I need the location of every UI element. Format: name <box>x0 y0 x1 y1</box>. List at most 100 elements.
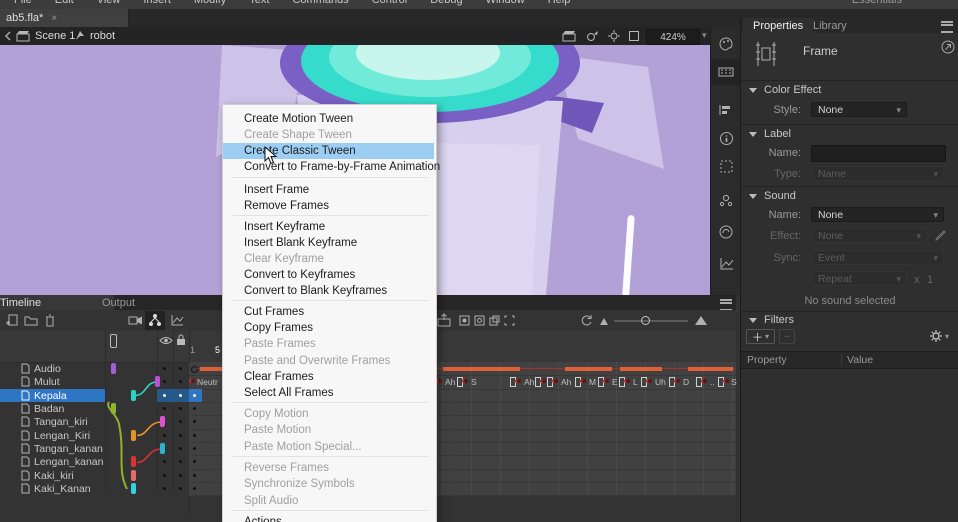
document-tab[interactable]: ab5.fla* × <box>0 9 129 27</box>
properties-panel-menu-icon[interactable] <box>941 21 953 33</box>
zoom-out-frames-icon[interactable] <box>599 317 609 325</box>
menu-item-insert-keyframe[interactable]: Insert Keyframe <box>223 219 434 235</box>
onion-skin-icon[interactable] <box>459 315 470 326</box>
layer-row-badan[interactable]: Badan <box>0 402 189 415</box>
eye-visibility-icon[interactable] <box>159 336 173 345</box>
timeline-zoom-slider-knob[interactable] <box>641 316 650 325</box>
onion-skin-outline-icon[interactable] <box>474 315 485 326</box>
mouth-frame-label: .. <box>710 377 715 387</box>
stage-zoom-select[interactable]: 424% <box>646 29 700 45</box>
style-dropdown[interactable]: None▾ <box>811 102 907 117</box>
layer-row-lengan-kanan[interactable]: Lengan_kanan <box>0 455 189 468</box>
loop-playback-icon[interactable] <box>580 314 593 327</box>
flick-help-icon[interactable] <box>941 40 955 54</box>
back-arrow-icon[interactable] <box>3 31 13 41</box>
layer-depth-graph-icon[interactable] <box>170 314 184 327</box>
menu-item-insert-blank-keyframe[interactable]: Insert Blank Keyframe <box>223 235 434 251</box>
section-sound[interactable]: Sound <box>749 190 796 202</box>
menu-item-convert-to-blank-keyframes[interactable]: Convert to Blank Keyframes <box>223 283 434 299</box>
layer-icon <box>20 443 31 454</box>
menu-item-clear-frames[interactable]: Clear Frames <box>223 369 434 385</box>
section-label[interactable]: Label <box>749 128 791 140</box>
style-label: Style: <box>749 104 801 116</box>
menu-item-insert-frame[interactable]: Insert Frame <box>223 182 434 198</box>
label-name-input[interactable] <box>811 145 946 162</box>
menu-window[interactable]: Window <box>486 0 525 6</box>
delete-layer-icon[interactable] <box>44 314 56 327</box>
layer-icon <box>20 390 31 401</box>
color-palette-icon[interactable] <box>718 36 734 52</box>
workspace-switcher[interactable]: Essentials <box>852 0 902 6</box>
edit-scene-icon[interactable] <box>562 30 576 42</box>
zoom-in-frames-icon[interactable] <box>694 315 708 325</box>
menu-item-create-motion-tween[interactable]: Create Motion Tween <box>223 111 434 127</box>
menu-text[interactable]: Text <box>249 0 269 6</box>
lock-icon[interactable] <box>176 334 186 346</box>
keyboard-shortcuts-icon[interactable] <box>718 65 734 79</box>
menu-item-copy-frames[interactable]: Copy Frames <box>223 320 434 336</box>
layer-row-kepala[interactable]: Kepala <box>0 389 189 402</box>
sound-name-dropdown[interactable]: None▾ <box>811 207 944 222</box>
menu-control[interactable]: Control <box>372 0 407 6</box>
layer-parenting-view-icon[interactable] <box>148 313 162 327</box>
layer-row-mulut[interactable]: Mulut <box>0 375 189 388</box>
edit-multiple-frames-icon[interactable] <box>489 315 500 326</box>
history-graph-icon[interactable] <box>719 257 734 271</box>
layer-row-kaki-kanan[interactable]: Kaki_Kanan <box>0 482 189 495</box>
filter-options-gear-icon[interactable] <box>929 329 943 343</box>
edit-sound-envelope-icon <box>934 229 947 242</box>
layer-row-audio[interactable]: Audio <box>0 362 189 375</box>
layer-row-tangan-kanan[interactable]: Tangan_kanan <box>0 442 189 455</box>
layer-row-tangan-kiri[interactable]: Tangan_kiri <box>0 415 189 428</box>
breadcrumb-scene[interactable]: Scene 1 <box>35 30 75 42</box>
gear-chevron-icon[interactable]: ▾ <box>945 332 949 341</box>
mouth-frame-label: S <box>471 377 477 387</box>
menu-bar: File Edit View Insert Modify Text Comman… <box>0 0 958 9</box>
layer-icon <box>20 416 31 427</box>
menu-insert[interactable]: Insert <box>143 0 171 6</box>
menu-debug[interactable]: Debug <box>430 0 462 6</box>
menu-view[interactable]: View <box>97 0 121 6</box>
add-filter-button[interactable]: ＋▾ <box>746 329 775 344</box>
menu-item-split-audio: Split Audio <box>223 493 434 509</box>
layer-row-lengan-kiri[interactable]: Lengan_Kiri <box>0 429 189 442</box>
tab-output[interactable]: Output <box>88 295 149 310</box>
edit-symbols-icon[interactable] <box>586 30 599 42</box>
particles-panel-icon[interactable] <box>718 193 734 208</box>
menu-item-select-all-frames[interactable]: Select All Frames <box>223 385 434 401</box>
menu-commands[interactable]: Commands <box>292 0 348 6</box>
timeline-zoom-slider-track[interactable] <box>614 320 688 322</box>
mouth-frame-label: E <box>612 377 618 387</box>
breadcrumb-symbol[interactable]: robot <box>90 30 115 42</box>
tab-library[interactable]: Library <box>803 18 857 33</box>
menu-help[interactable]: Help <box>548 0 571 6</box>
menu-modify[interactable]: Modify <box>194 0 226 6</box>
align-panel-icon[interactable] <box>718 103 734 117</box>
zoom-chevron-icon[interactable]: ▾ <box>702 30 707 41</box>
new-folder-icon[interactable] <box>24 315 38 326</box>
section-filters[interactable]: Filters <box>749 314 794 326</box>
menu-item-cut-frames[interactable]: Cut Frames <box>223 304 434 320</box>
transform-panel-icon[interactable] <box>719 159 734 174</box>
info-panel-icon[interactable] <box>719 131 734 146</box>
camera-icon[interactable] <box>128 315 143 326</box>
value-column-header: Value <box>847 352 873 368</box>
menu-item-convert-to-keyframes[interactable]: Convert to Keyframes <box>223 267 434 283</box>
clip-content-icon[interactable] <box>628 30 640 42</box>
menu-edit[interactable]: Edit <box>55 0 74 6</box>
close-tab-icon[interactable]: × <box>51 13 57 24</box>
menu-item-remove-frames[interactable]: Remove Frames <box>223 198 434 214</box>
marker-range-icon[interactable] <box>504 315 515 326</box>
menu-item-actions[interactable]: Actions <box>223 514 434 522</box>
mouth-frame-label: Uh <box>655 377 666 387</box>
menu-item-convert-frame-by-frame[interactable]: Convert to Frame-by-Frame Animation <box>223 159 434 175</box>
layer-row-kaki-kiri[interactable]: Kaki_kiri <box>0 469 189 482</box>
menu-item-create-classic-tween[interactable]: Create Classic Tween <box>223 143 434 159</box>
menu-file[interactable]: File <box>14 0 32 6</box>
section-color-effect[interactable]: Color Effect <box>749 84 821 96</box>
sound-sync-dropdown: Event▾ <box>811 250 944 265</box>
center-stage-icon[interactable] <box>608 30 620 42</box>
export-frame-icon[interactable] <box>437 313 451 327</box>
creative-cloud-icon[interactable] <box>718 224 734 240</box>
new-layer-icon[interactable] <box>5 314 19 327</box>
